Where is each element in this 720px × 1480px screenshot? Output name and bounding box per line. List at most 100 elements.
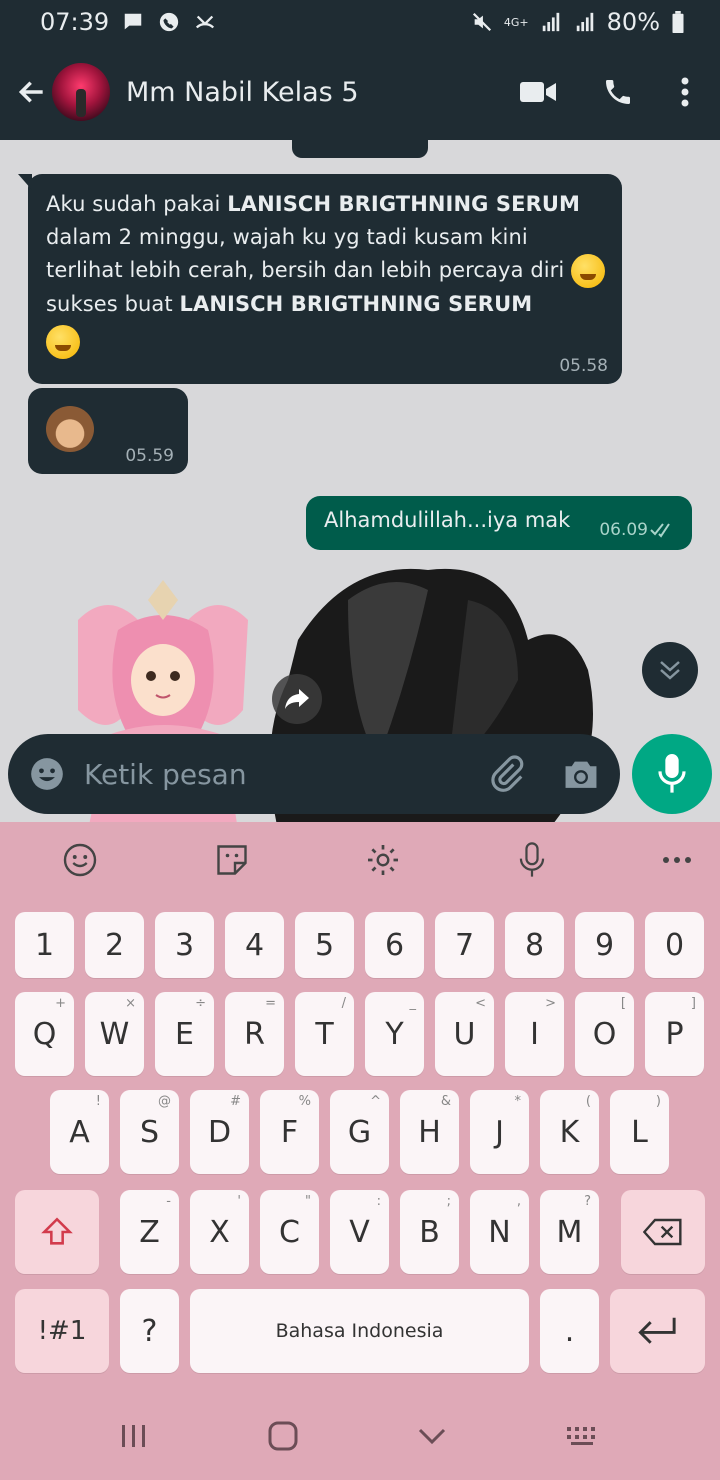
contact-name[interactable]: Mm Nabil Kelas 5 (126, 77, 359, 108)
key-s[interactable]: @ S (120, 1090, 179, 1174)
signal-icon (542, 12, 559, 32)
message-text: Alhamdulillah...iya mak (324, 508, 571, 532)
key-t[interactable]: / T (295, 992, 354, 1076)
missed-call-icon (196, 15, 215, 29)
sticker-icon[interactable] (214, 842, 250, 878)
key-9[interactable]: 9 (575, 912, 634, 978)
key-1[interactable]: 1 (15, 912, 74, 978)
keyboard-switch-icon[interactable] (565, 1425, 601, 1447)
key-h[interactable]: & H (400, 1090, 459, 1174)
message-time: 06.09 (599, 520, 648, 540)
key-b[interactable]: ; B (400, 1190, 459, 1274)
recent-apps-icon[interactable] (119, 1423, 149, 1449)
keyboard-toolbar (0, 822, 720, 898)
enter-icon (637, 1317, 676, 1344)
key-d[interactable]: # D (190, 1090, 249, 1174)
shift-key[interactable] (15, 1190, 99, 1274)
question-key[interactable]: ? (120, 1289, 179, 1373)
key-l[interactable]: ) L (610, 1090, 669, 1174)
status-time: 07:39 (40, 8, 110, 36)
mute-icon (472, 12, 491, 32)
chat-area[interactable]: Aku sudah pakai LANISCH BRIGTHNING SERUM… (0, 140, 720, 822)
key-k[interactable]: (K (540, 1090, 599, 1174)
read-ticks-icon (650, 523, 670, 538)
status-bar: 07:39 4G+ 80% (0, 0, 720, 44)
key-3[interactable]: 3 (155, 912, 214, 978)
battery-percent: 80% (606, 8, 660, 36)
double-chevron-down-icon (660, 661, 680, 680)
enter-key[interactable] (610, 1289, 705, 1373)
backspace-icon (643, 1218, 682, 1246)
key-m[interactable]: ? M (540, 1190, 599, 1274)
backspace-key[interactable] (621, 1190, 705, 1274)
outgoing-message[interactable]: Alhamdulillah...iya mak 06.09 (306, 496, 692, 550)
chat-header: Mm Nabil Kelas 5 (0, 44, 720, 140)
message-input[interactable] (84, 757, 488, 791)
key-q[interactable]: + Q (15, 992, 74, 1076)
space-key[interactable]: Bahasa Indonesia (190, 1289, 529, 1373)
voice-input-icon[interactable] (517, 842, 547, 878)
key-v[interactable]: :V (330, 1190, 389, 1274)
kiss-emoji-icon (46, 325, 80, 359)
message-input-bar (8, 734, 620, 814)
message-notification-icon (124, 13, 142, 30)
date-chip (292, 140, 428, 158)
key-y[interactable]: _ Y (365, 992, 424, 1076)
key-i[interactable]: > I (505, 992, 564, 1076)
video-call-icon[interactable] (520, 79, 556, 105)
giggle-emoji-icon (571, 254, 606, 288)
key-2[interactable]: 2 (85, 912, 144, 978)
forward-button[interactable] (272, 674, 322, 724)
key-w[interactable]: × W (85, 992, 144, 1076)
period-key[interactable]: . (540, 1289, 599, 1373)
message-time: 05.59 (125, 446, 174, 466)
key-4[interactable]: 4 (225, 912, 284, 978)
key-7[interactable]: 7 (435, 912, 494, 978)
more-options-icon[interactable] (680, 76, 690, 108)
message-time: 05.58 (559, 356, 608, 376)
key-8[interactable]: 8 (505, 912, 564, 978)
shift-arrow-icon (41, 1217, 73, 1245)
settings-gear-icon[interactable] (365, 842, 401, 878)
whatsapp-call-icon (160, 12, 179, 32)
key-c[interactable]: " C (260, 1190, 319, 1274)
camera-icon[interactable] (562, 757, 600, 791)
key-e[interactable]: ÷ E (155, 992, 214, 1076)
key-g[interactable]: ^ G (330, 1090, 389, 1174)
key-u[interactable]: < U (435, 992, 494, 1076)
voice-message-button[interactable] (632, 734, 712, 814)
signal-icon-2 (576, 12, 593, 32)
emoji-keyboard-icon[interactable] (62, 842, 98, 878)
key-p[interactable]: ] P (645, 992, 704, 1076)
incoming-message[interactable]: 05.59 (28, 388, 188, 474)
key-a[interactable]: ! A (50, 1090, 109, 1174)
key-5[interactable]: 5 (295, 912, 354, 978)
microphone-icon (658, 754, 686, 793)
key-r[interactable]: = R (225, 992, 284, 1076)
key-n[interactable]: ,N (470, 1190, 529, 1274)
key-j[interactable]: * J (470, 1090, 529, 1174)
home-icon[interactable] (267, 1420, 299, 1452)
more-icon[interactable] (662, 855, 692, 865)
battery-icon (672, 11, 684, 33)
hide-keyboard-chevron-icon[interactable] (417, 1426, 447, 1446)
key-o[interactable]: [O (575, 992, 634, 1076)
network-type: 4G+ (503, 15, 529, 29)
message-text: Aku sudah pakai LANISCH BRIGTHNING SERUM… (46, 188, 606, 359)
forward-icon (285, 689, 309, 709)
key-x[interactable]: ' X (190, 1190, 249, 1274)
keyboard: 1 2 3 4 5 6 7 8 9 0 + Q × W ÷ E = R / T _ Y < U… (0, 822, 720, 1480)
voice-call-icon[interactable] (602, 76, 634, 108)
see-no-evil-monkey-emoji-icon (46, 406, 94, 452)
incoming-message[interactable]: Aku sudah pakai LANISCH BRIGTHNING SERUM… (18, 174, 622, 384)
contact-avatar[interactable] (52, 63, 110, 121)
key-0[interactable]: 0 (645, 912, 704, 978)
key-f[interactable]: % F (260, 1090, 319, 1174)
emoji-icon[interactable] (28, 755, 66, 793)
attach-icon[interactable] (488, 755, 526, 793)
key-6[interactable]: 6 (365, 912, 424, 978)
key-z[interactable]: -Z (120, 1190, 179, 1274)
scroll-to-bottom-button[interactable] (642, 642, 698, 698)
back-arrow-icon[interactable] (16, 76, 48, 108)
symbols-key[interactable]: !#1 (15, 1289, 109, 1373)
